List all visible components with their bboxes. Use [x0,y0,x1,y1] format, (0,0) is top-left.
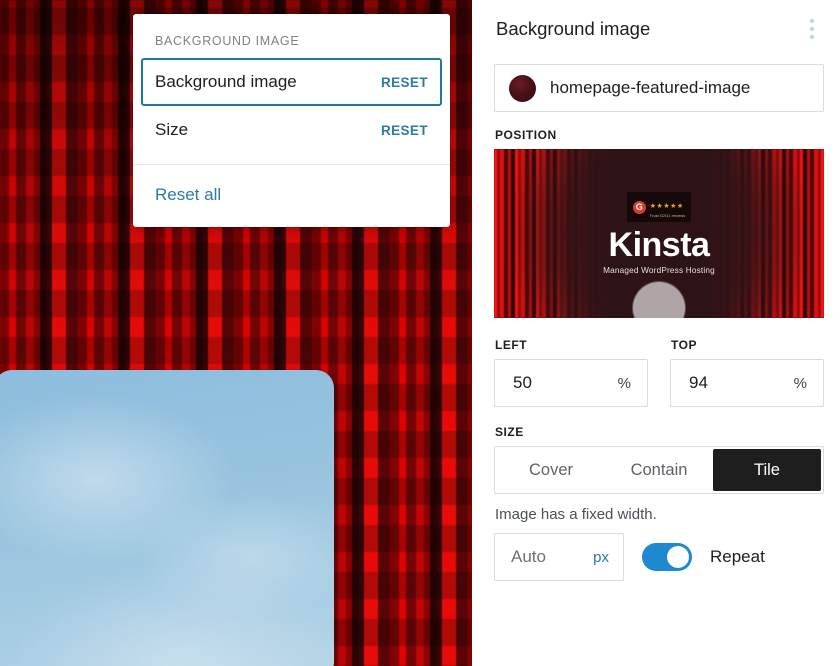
panel-title: Background image [496,18,650,40]
menu-item-label: Size [155,120,188,140]
size-option-cover[interactable]: Cover [497,449,605,491]
toggle-knob [667,546,689,568]
width-unit-button[interactable]: px [593,549,609,566]
size-option-tile[interactable]: Tile [713,449,821,491]
repeat-label: Repeat [710,547,765,567]
left-unit: % [618,375,631,392]
g2-logo-icon: G [633,201,646,214]
brand-tagline: Managed WordPress Hosting [603,266,715,275]
media-file-chip[interactable]: homepage-featured-image [494,64,824,112]
settings-sidebar: Background image homepage-featured-image… [478,0,840,666]
menu-item-background-image[interactable]: Background image RESET [141,58,442,106]
size-section-label: SIZE [495,425,824,439]
top-value: 94 [689,373,708,393]
g2-badge: G ★★★★★ Trust G2O1 reviews [627,192,691,222]
left-position-group: LEFT 50 % [494,322,648,407]
image-thumbnail [509,75,536,102]
top-label: TOP [671,338,824,352]
kebab-dot [810,19,814,23]
size-segmented-control: Cover Contain Tile [494,446,824,494]
width-value: Auto [511,547,546,567]
kebab-dot [810,27,814,31]
sky-image-card [0,370,334,666]
sidebar-header: Background image [494,0,824,58]
kebab-dot [810,35,814,39]
position-picker[interactable]: G ★★★★★ Trust G2O1 reviews Kinsta Manage… [494,149,824,318]
width-input[interactable]: Auto px [494,533,624,581]
kebab-menu-icon[interactable] [802,13,822,45]
g2-badge-text: ★★★★★ Trust G2O1 reviews [650,195,685,219]
popover-menu-list: Background image RESET Size RESET [133,58,450,160]
size-option-contain[interactable]: Contain [605,449,713,491]
left-label: LEFT [495,338,648,352]
width-and-repeat-row: Auto px Repeat [494,533,824,581]
menu-item-size[interactable]: Size RESET [141,106,442,154]
left-position-input[interactable]: 50 % [494,359,648,407]
reset-background-image-button[interactable]: RESET [381,75,428,90]
top-position-input[interactable]: 94 % [670,359,824,407]
reset-size-button[interactable]: RESET [381,123,428,138]
position-values-row: LEFT 50 % TOP 94 % [494,322,824,407]
size-hint-text: Image has a fixed width. [495,506,824,523]
screen-root: BACKGROUND IMAGE Background image RESET … [0,0,840,666]
position-section-label: POSITION [495,128,824,142]
menu-item-label: Background image [155,72,297,92]
star-rating-icon: ★★★★★ [650,203,684,210]
g2-badge-caption: Trust G2O1 reviews [650,214,685,219]
background-image-popover: BACKGROUND IMAGE Background image RESET … [133,14,450,227]
top-position-group: TOP 94 % [670,322,824,407]
top-unit: % [794,375,807,392]
popover-title: BACKGROUND IMAGE [133,14,450,58]
position-drag-handle[interactable] [633,282,685,334]
reset-all-button[interactable]: Reset all [133,165,450,227]
repeat-toggle[interactable] [642,543,692,571]
brand-wordmark: Kinsta [609,228,710,262]
left-value: 50 [513,373,532,393]
media-filename: homepage-featured-image [550,78,750,98]
